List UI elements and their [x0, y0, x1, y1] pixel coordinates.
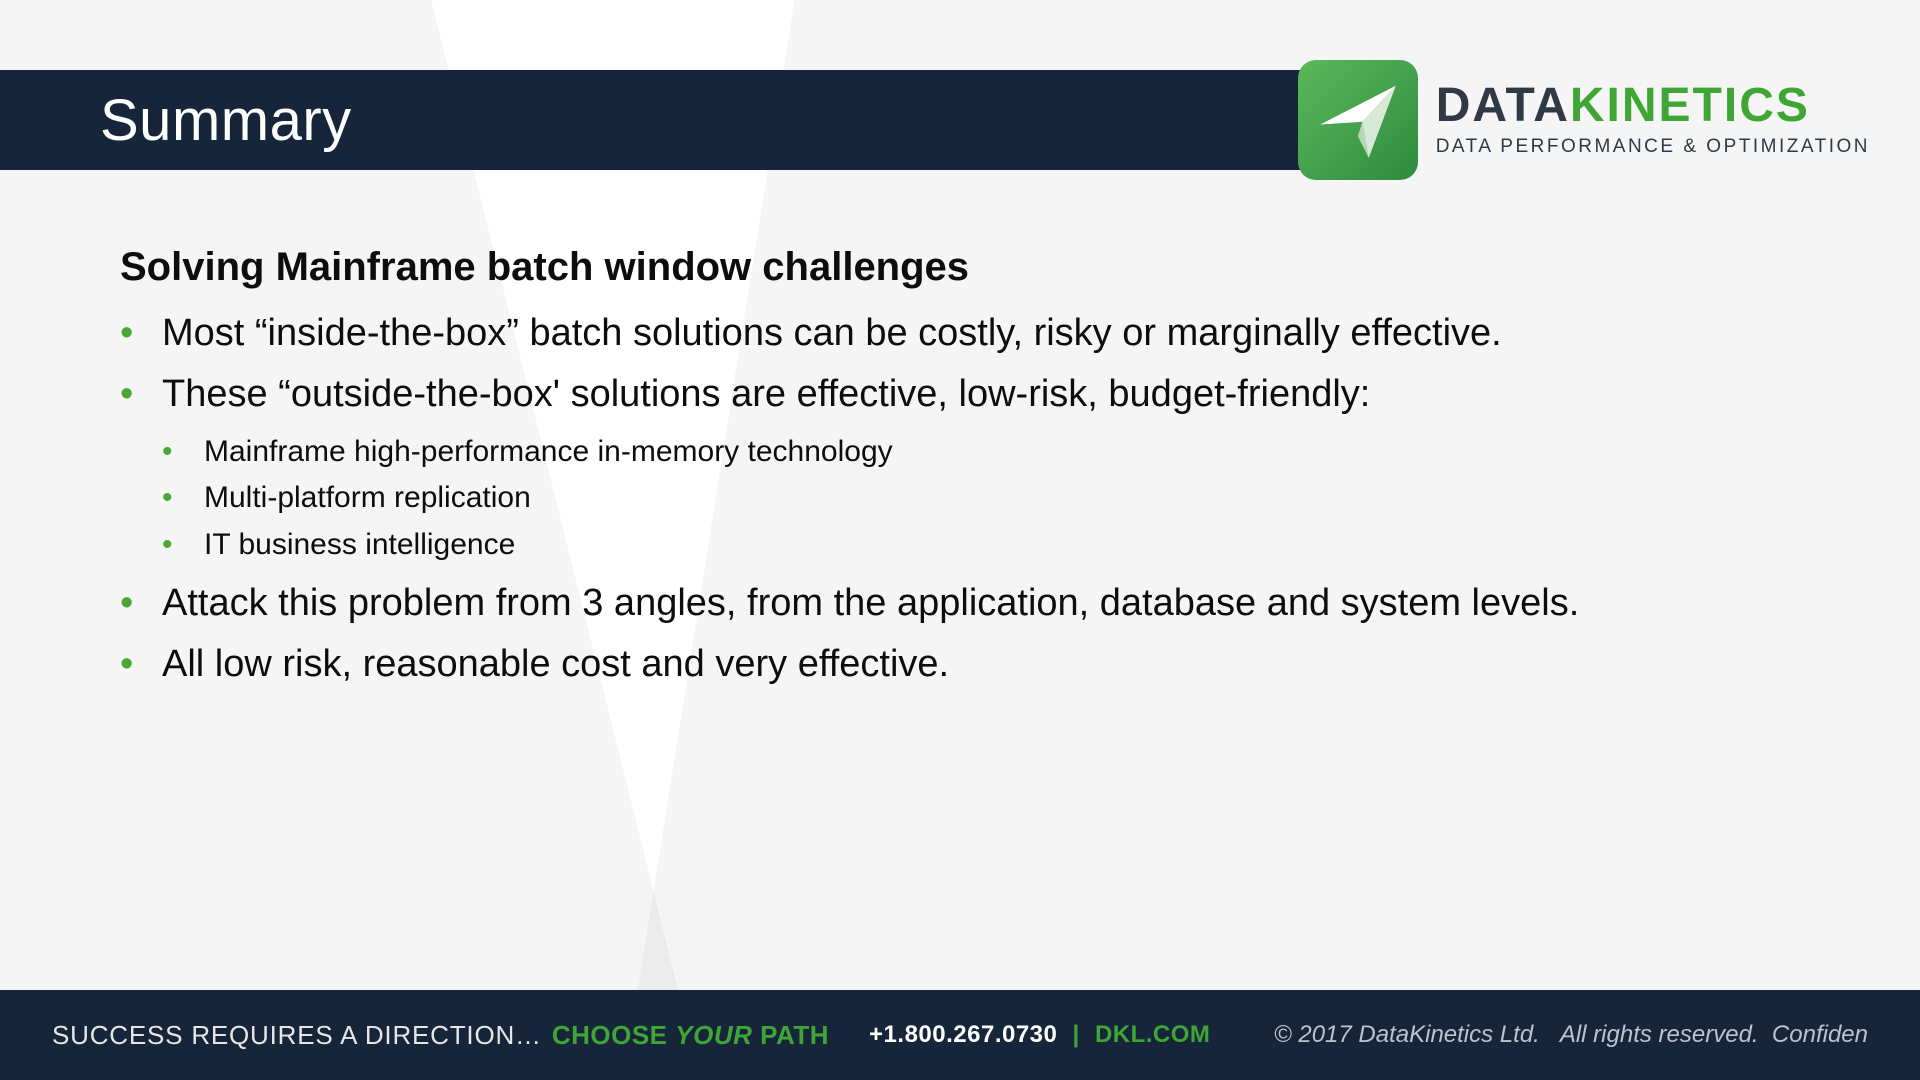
footer-tagline-2: CHOOSE YOUR PATH — [552, 1020, 829, 1051]
sub-list-item: Mainframe high-performance in-memory tec… — [162, 429, 1840, 476]
content: Solving Mainframe batch window challenge… — [120, 245, 1840, 701]
bullet-text: These “outside-the-box' solutions are ef… — [162, 373, 1370, 415]
logo-word-1: DATA — [1436, 79, 1570, 132]
list-item: These “outside-the-box' solutions are ef… — [120, 369, 1840, 568]
tag2b: YOUR — [675, 1020, 752, 1050]
footer-copyright: © 2017 DataKinetics Ltd. All rights rese… — [1274, 1021, 1868, 1049]
page-title: Summary — [100, 87, 352, 154]
sub-list-item: Multi-platform replication — [162, 475, 1840, 522]
footer-contact: +1.800.267.0730 | DKL.COM — [869, 1021, 1210, 1049]
logo: DATAKINETICS DATA PERFORMANCE & OPTIMIZA… — [1298, 60, 1870, 180]
tag2a: CHOOSE — [552, 1020, 675, 1050]
list-item: Most “inside-the-box” batch solutions ca… — [120, 308, 1840, 359]
bullet-text: Attack this problem from 3 angles, from … — [162, 582, 1579, 624]
footer-tagline: SUCCESS REQUIRES A DIRECTION… CHOOSE YOU… — [52, 1020, 829, 1051]
logo-word-2: KINETICS — [1570, 79, 1810, 132]
footer-separator: | — [1073, 1021, 1080, 1048]
list-item: Attack this problem from 3 angles, from … — [120, 578, 1840, 629]
bullet-text: All low risk, reasonable cost and very e… — [162, 643, 949, 685]
subtitle: Solving Mainframe batch window challenge… — [120, 245, 1840, 290]
footer-tagline-1: SUCCESS REQUIRES A DIRECTION… — [52, 1020, 542, 1051]
sub-bullet-text: Mainframe high-performance in-memory tec… — [204, 435, 893, 468]
list-item: All low risk, reasonable cost and very e… — [120, 639, 1840, 690]
footer: SUCCESS REQUIRES A DIRECTION… CHOOSE YOU… — [0, 990, 1920, 1080]
logo-wordmark: DATAKINETICS — [1436, 82, 1870, 130]
sub-list: Mainframe high-performance in-memory tec… — [162, 429, 1840, 569]
logo-text: DATAKINETICS DATA PERFORMANCE & OPTIMIZA… — [1436, 82, 1870, 158]
logo-tagline: DATA PERFORMANCE & OPTIMIZATION — [1436, 136, 1870, 158]
slide: Summary DATAKINETICS DATA PERFORMANCE & … — [0, 0, 1920, 1080]
footer-phone: +1.800.267.0730 — [869, 1021, 1057, 1048]
tag2c: PATH — [752, 1020, 829, 1050]
header-bar: Summary — [0, 70, 1345, 170]
sub-bullet-text: IT business intelligence — [204, 528, 515, 561]
sub-list-item: IT business intelligence — [162, 522, 1840, 569]
paper-plane-icon — [1298, 60, 1418, 180]
footer-site: DKL.COM — [1095, 1021, 1210, 1048]
bullet-text: Most “inside-the-box” batch solutions ca… — [162, 312, 1502, 354]
sub-bullet-text: Multi-platform replication — [204, 481, 531, 514]
bullet-list: Most “inside-the-box” batch solutions ca… — [120, 308, 1840, 691]
